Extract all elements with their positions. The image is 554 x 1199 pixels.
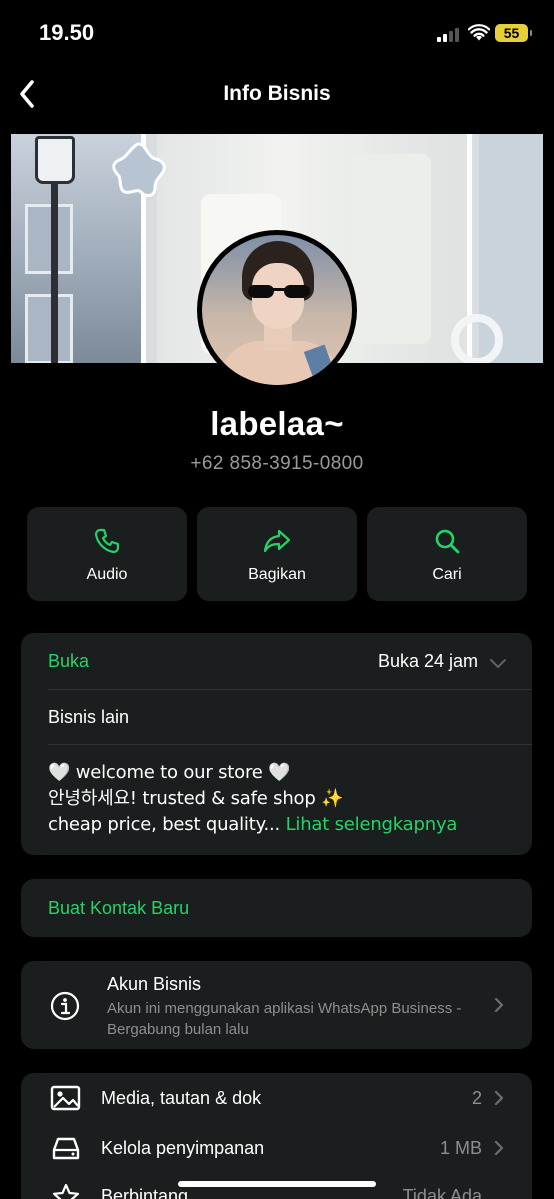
cover-lamp bbox=[35, 136, 75, 184]
business-info-card: Buka Buka 24 jam Bisnis lain 🤍 welcome t… bbox=[21, 633, 532, 855]
status-bar: 19.50 55 bbox=[0, 0, 554, 66]
business-description: 🤍 welcome to our store 🤍 안녕하세요! trusted … bbox=[48, 760, 512, 838]
cover-window bbox=[25, 204, 73, 274]
hours-value: Buka 24 jam bbox=[377, 651, 478, 671]
star-sticker-icon bbox=[112, 142, 166, 197]
cover-lamp-post bbox=[51, 174, 58, 363]
business-hours-row[interactable]: Buka Buka 24 jam bbox=[21, 633, 532, 689]
spiral-icon bbox=[451, 314, 503, 363]
cover-window bbox=[25, 294, 73, 363]
search-button[interactable]: Cari bbox=[367, 507, 527, 601]
business-account-row[interactable]: Akun Bisnis Akun ini menggunakan aplikas… bbox=[21, 961, 532, 1049]
chevron-down-icon bbox=[490, 659, 506, 668]
divider bbox=[48, 744, 532, 745]
home-indicator[interactable] bbox=[178, 1181, 376, 1187]
audio-call-button[interactable]: Audio bbox=[27, 507, 187, 601]
share-button[interactable]: Bagikan bbox=[197, 507, 357, 601]
navigation-bar: Info Bisnis bbox=[0, 66, 554, 122]
new-contact-card[interactable]: Buat Kontak Baru bbox=[21, 879, 532, 937]
search-icon bbox=[435, 529, 460, 554]
description-line: 안녕하세요! trusted & safe shop ✨ bbox=[48, 788, 344, 809]
business-account-title: Akun Bisnis bbox=[107, 974, 202, 994]
media-links-docs-row[interactable]: Media, tautan & dok 2 bbox=[21, 1073, 532, 1123]
action-buttons: Audio Bagikan Cari bbox=[27, 507, 527, 601]
cellular-signal-icon bbox=[437, 27, 461, 42]
business-phone: +62 858-3915-0800 bbox=[190, 453, 364, 474]
starred-value: Tidak Ada bbox=[402, 1186, 482, 1199]
chevron-right-icon bbox=[494, 1140, 504, 1156]
image-icon bbox=[50, 1085, 81, 1111]
share-label: Bagikan bbox=[248, 566, 306, 583]
profile-avatar[interactable] bbox=[197, 230, 357, 390]
share-icon bbox=[263, 529, 291, 553]
business-account-subtitle: Akun ini menggunakan aplikasi WhatsApp B… bbox=[107, 1000, 462, 1038]
audio-label: Audio bbox=[86, 566, 128, 583]
description-line: cheap price, best quality... bbox=[48, 814, 281, 835]
media-count: 2 bbox=[471, 1088, 482, 1108]
divider bbox=[48, 689, 532, 690]
search-label: Cari bbox=[432, 566, 462, 583]
sunglasses bbox=[248, 285, 310, 299]
storage-size: 1 MB bbox=[439, 1138, 482, 1158]
storage-label: Kelola penyimpanan bbox=[101, 1138, 265, 1158]
new-contact-button[interactable]: Buat Kontak Baru bbox=[48, 898, 189, 919]
status-time: 19.50 bbox=[39, 20, 95, 45]
description-line: 🤍 welcome to our store 🤍 bbox=[48, 762, 291, 783]
wifi-icon bbox=[468, 24, 490, 41]
battery-indicator: 55 bbox=[495, 24, 532, 42]
hours-status: Buka bbox=[48, 651, 90, 671]
media-label: Media, tautan & dok bbox=[101, 1088, 262, 1108]
read-more-link[interactable]: Lihat selengkapnya bbox=[286, 814, 458, 835]
avatar-image bbox=[202, 235, 352, 385]
business-name: labelaa~ bbox=[210, 405, 344, 442]
phone-icon bbox=[94, 528, 120, 554]
star-icon bbox=[52, 1183, 80, 1199]
other-business-link[interactable]: Bisnis lain bbox=[48, 707, 129, 728]
manage-storage-row[interactable]: Kelola penyimpanan 1 MB bbox=[21, 1123, 532, 1173]
chevron-right-icon bbox=[494, 997, 504, 1013]
cover-bottle-label bbox=[351, 154, 431, 344]
page-title: Info Bisnis bbox=[223, 82, 331, 105]
info-icon bbox=[50, 991, 80, 1021]
storage-icon bbox=[52, 1137, 80, 1160]
chevron-right-icon bbox=[494, 1090, 504, 1106]
starred-label: Berbintang bbox=[101, 1186, 189, 1199]
